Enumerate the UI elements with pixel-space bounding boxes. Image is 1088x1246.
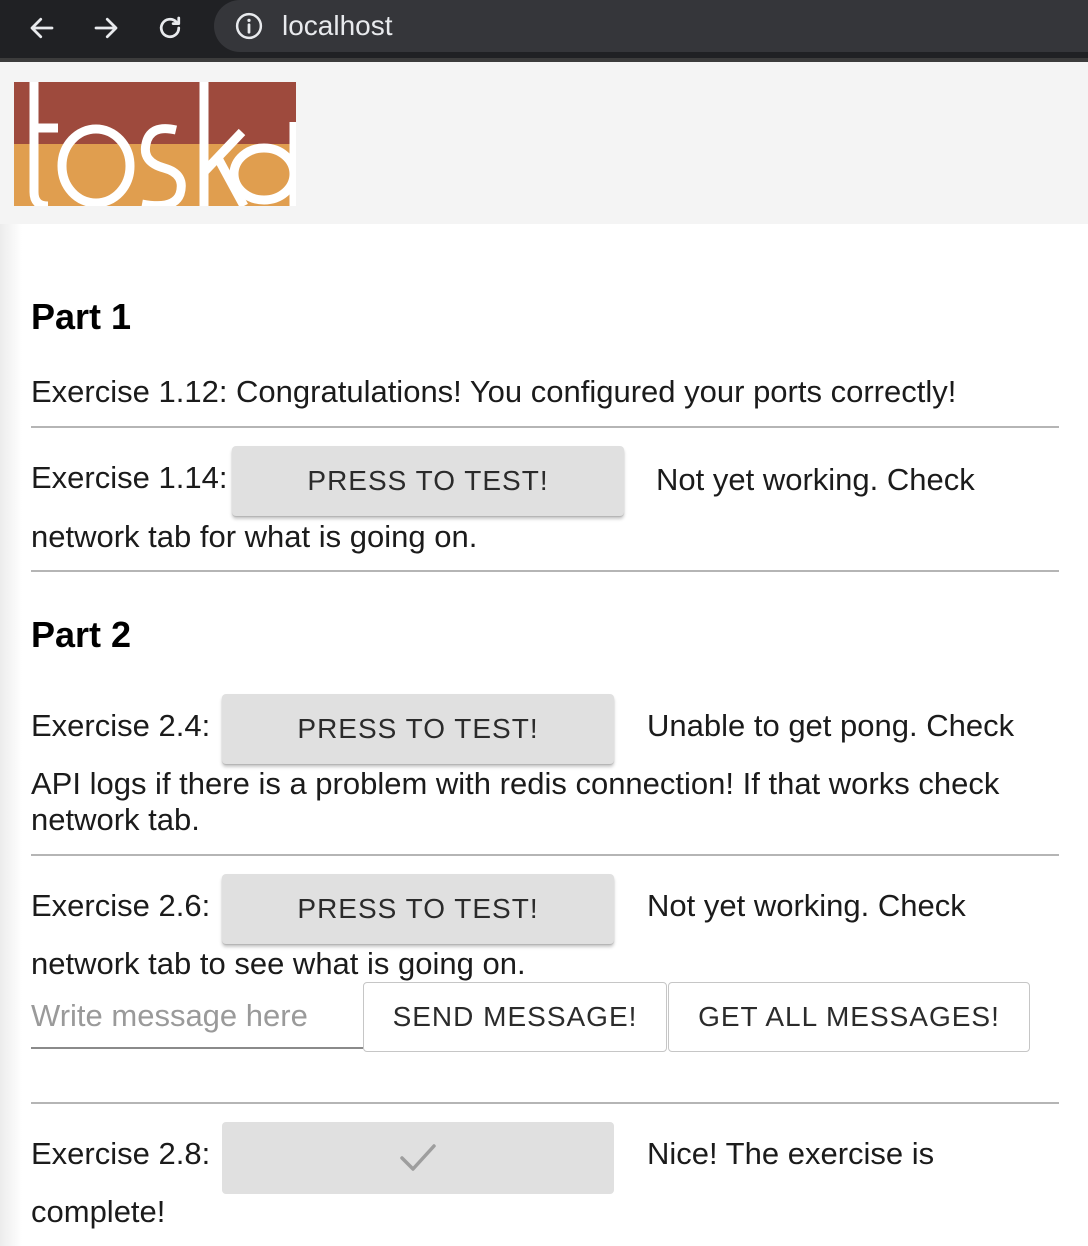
divider xyxy=(31,570,1059,572)
exercise-2-4-status-cont: API logs if there is a problem with redi… xyxy=(31,766,1000,837)
divider xyxy=(31,1102,1059,1104)
exercise-2-6-status: Not yet working. Check xyxy=(647,888,966,923)
part1-title: Part 1 xyxy=(31,296,132,337)
browser-toolbar: localhost xyxy=(0,0,1088,62)
exercise-1-14-test-button[interactable]: PRESS TO TEST! xyxy=(232,446,624,516)
exercise-1-12-text: Exercise 1.12: Congratulations! You conf… xyxy=(31,374,957,409)
send-message-button[interactable]: SEND MESSAGE! xyxy=(363,982,667,1052)
message-input[interactable] xyxy=(31,996,361,1036)
exercise-1-14-status: Not yet working. Check xyxy=(656,462,975,497)
part2-title: Part 2 xyxy=(31,614,132,655)
check-icon xyxy=(400,1144,436,1171)
exercise-1-14-status-cont: network tab for what is going on. xyxy=(31,519,478,554)
exercise-2-4-label: Exercise 2.4: xyxy=(31,708,211,743)
exercise-2-6-status-cont: network tab to see what is going on. xyxy=(31,946,526,981)
exercise-2-6-label: Exercise 2.6: xyxy=(31,888,211,923)
get-all-messages-button[interactable]: GET ALL MESSAGES! xyxy=(668,982,1030,1052)
exercise-2-6-test-button[interactable]: PRESS TO TEST! xyxy=(222,874,614,944)
page-header xyxy=(0,62,1088,224)
url-text: localhost xyxy=(282,10,393,41)
exercise-2-8-status: Nice! The exercise is xyxy=(647,1136,935,1171)
info-icon[interactable] xyxy=(234,11,264,41)
exercise-2-4-status: Unable to get pong. Check xyxy=(647,708,1015,743)
forward-arrow-icon xyxy=(94,17,118,39)
exercise-2-8-label: Exercise 2.8: xyxy=(31,1136,211,1171)
exercise-2-8-status-cont: complete! xyxy=(31,1194,166,1229)
exercise-2-8-done-button xyxy=(222,1122,614,1194)
toska-logo xyxy=(14,82,296,206)
divider xyxy=(31,426,1059,428)
reload-icon xyxy=(159,16,181,39)
exercise-1-14-label: Exercise 1.14: xyxy=(31,460,228,495)
forward-button[interactable] xyxy=(86,8,126,48)
back-arrow-icon xyxy=(30,17,54,39)
reload-button[interactable] xyxy=(150,8,190,48)
message-input-underline xyxy=(31,1047,363,1049)
address-bar[interactable]: localhost xyxy=(214,0,1088,52)
left-shadow xyxy=(0,224,22,1246)
divider xyxy=(31,854,1059,856)
exercise-2-4-test-button[interactable]: PRESS TO TEST! xyxy=(222,694,614,764)
back-button[interactable] xyxy=(22,8,62,48)
